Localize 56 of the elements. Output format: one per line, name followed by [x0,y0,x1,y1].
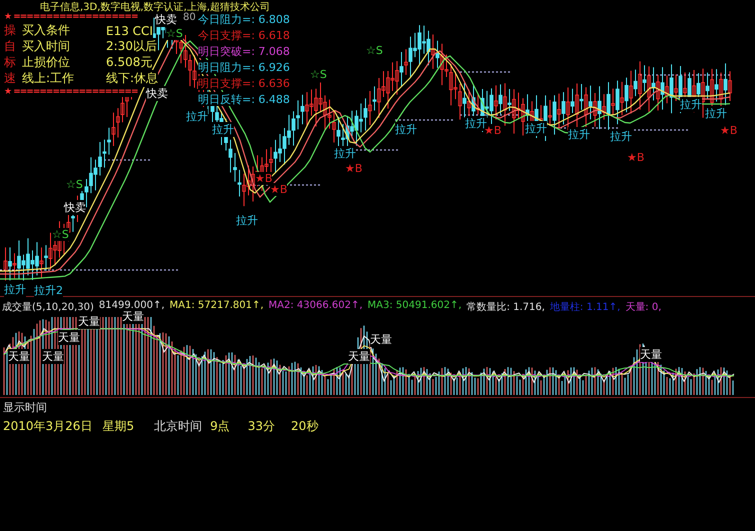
rise-signal-label: 拉升 [212,122,234,137]
rise-signal-label: 拉升 [334,146,356,161]
volume-indicator-text: 地量柱: 1.11↑, [550,300,620,314]
datetime-text: 33分 [248,418,276,435]
legend-value: 6.508元 [106,54,152,71]
sell-signal-label: 快卖 [64,200,86,215]
volume-indicator-text: 成交量(5,10,20,30) [2,300,94,314]
sell-signal-label: 快卖 [146,86,168,101]
legend-value: E13 CCI [106,24,153,38]
pivot-level-text: 明日支撑=: 6.636 [198,76,290,90]
divider-line-text: ★ =================== [4,87,138,97]
peak-volume-label: 天量 [122,309,144,324]
divider-line-text: ★ =================== [4,12,138,22]
pivot-level-text: 明日突破=: 7.068 [198,44,290,58]
sell-signal-label: 快卖 [155,12,177,27]
peak-volume-label: 天量 [370,332,392,347]
datetime-text: 北京时间 [154,418,202,435]
datetime-text: 9点 [210,418,230,435]
level-line [250,184,320,186]
volume-indicator-text: 81499.000↑, [98,300,165,311]
volume-indicator-text: MA3: 50491.602↑, [368,300,462,313]
volume-indicator-text: MA2: 43066.602↑, [268,300,363,313]
legend-tag: 标 [4,54,18,71]
rise-signal-label: 拉升 [4,282,26,297]
peak-volume-label: 天量 [58,330,80,345]
datetime-text: 2010年3月26日 [3,418,92,435]
peak-volume-label: 天量 [42,349,64,364]
peak-volume-label: 天量 [78,314,100,329]
volume-indicator-text: 天量: 0, [625,301,662,314]
legend-value: 2:30以后 [106,38,157,55]
pivot-level-text: 明日阻力=: 6.926 [198,60,290,74]
rise-signal-label: 拉升 [236,213,258,228]
level-line [460,114,520,116]
pivot-level-text: 明日反转=: 6.488 [198,92,290,106]
rise-signal-label: 拉升2 [34,283,63,298]
legend-tag: 操 [4,22,18,39]
rise-signal-label: 拉升 [610,129,632,144]
pivot-level-text: 今日阻力=: 6.808 [198,12,290,26]
rise-signal-label: 拉升 [705,106,727,121]
volume-indicator-text: MA1: 57217.801↑, [170,300,264,313]
volume-indicator-text: 常数量比: 1.716, [466,300,545,314]
peak-volume-label: 天量 [348,349,370,364]
peak-volume-label: 天量 [8,349,30,364]
datetime-text: 20秒 [291,418,318,435]
rise-signal-label: 拉升 [186,109,208,124]
datetime-text: 星期5 [102,418,134,435]
rise-signal-label: 拉升 [465,116,487,131]
rise-signal-label: 拉升 [680,97,702,112]
panel-title: 显示时间 [3,400,48,415]
rise-signal-label: 拉升 [568,127,590,142]
legend-value: 线下:休息 [106,70,158,87]
price-label: 80 [183,12,196,23]
rise-signal-label: 拉升 [525,121,547,136]
peak-volume-label: 天量 [640,347,662,362]
pivot-level-text: 今日支撑=: 6.618 [198,28,290,42]
rise-signal-label: 拉升 [395,122,417,137]
